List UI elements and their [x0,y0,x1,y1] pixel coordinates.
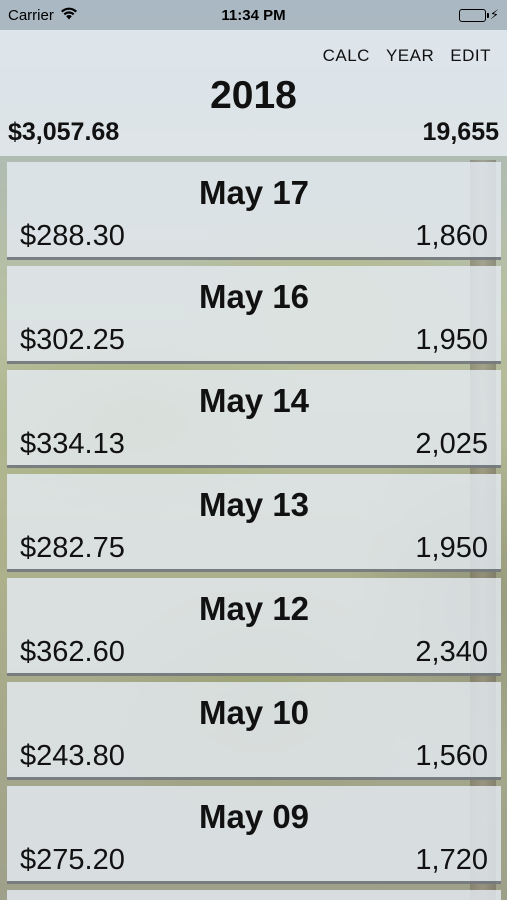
entry-row[interactable]: May 12 $362.60 2,340 [7,578,501,676]
status-bar: Carrier 11:34 PM ⚡ [0,0,507,30]
year-title: 2018 [210,74,297,117]
total-amount: $3,057.68 [8,118,120,146]
year-button[interactable]: YEAR [386,46,434,66]
entry-count: 2,340 [415,636,488,668]
calc-button[interactable]: CALC [323,46,370,66]
entry-count: 2,025 [415,428,488,460]
entry-row[interactable]: May 10 $243.80 1,560 [7,682,501,780]
entry-row[interactable]: May 16 $302.25 1,950 [7,266,501,364]
entry-amount: $362.60 [20,636,125,668]
status-right: ⚡ [458,7,499,23]
entry-date: May 14 [198,382,310,419]
entry-amount: $288.30 [20,220,125,252]
entry-row[interactable]: May 14 $334.13 2,025 [7,370,501,468]
entry-count: 1,860 [415,220,488,252]
entry-row-partial[interactable] [7,890,501,900]
entry-count: 1,950 [415,532,488,564]
edit-button[interactable]: EDIT [450,46,491,66]
total-count: 19,655 [422,118,499,146]
wifi-icon [60,7,78,24]
entry-amount: $275.20 [20,844,125,876]
entry-amount: $243.80 [20,740,125,772]
top-nav: CALC YEAR EDIT [323,46,491,66]
entry-date: May 16 [198,278,310,315]
entry-date: May 12 [198,590,310,627]
entry-amount: $282.75 [20,532,125,564]
entry-row[interactable]: May 13 $282.75 1,950 [7,474,501,572]
entry-date: May 17 [198,174,310,211]
entry-count: 1,720 [415,844,488,876]
entry-date: May 10 [198,694,310,731]
entry-date: May 13 [198,486,310,523]
status-left: Carrier [8,7,78,24]
entry-row[interactable]: May 17 $288.30 1,860 [7,162,501,260]
entry-row[interactable]: May 09 $275.20 1,720 [7,786,501,884]
charging-bolt-icon: ⚡ [489,7,499,22]
carrier-label: Carrier [8,6,54,24]
entry-amount: $334.13 [20,428,125,460]
entry-amount: $302.25 [20,324,125,356]
summary-header: CALC YEAR EDIT 2018 $3,057.68 19,655 [0,30,507,156]
entry-count: 1,560 [415,740,488,772]
entry-date: May 09 [198,798,310,835]
entry-count: 1,950 [415,324,488,356]
battery-icon [458,8,489,22]
